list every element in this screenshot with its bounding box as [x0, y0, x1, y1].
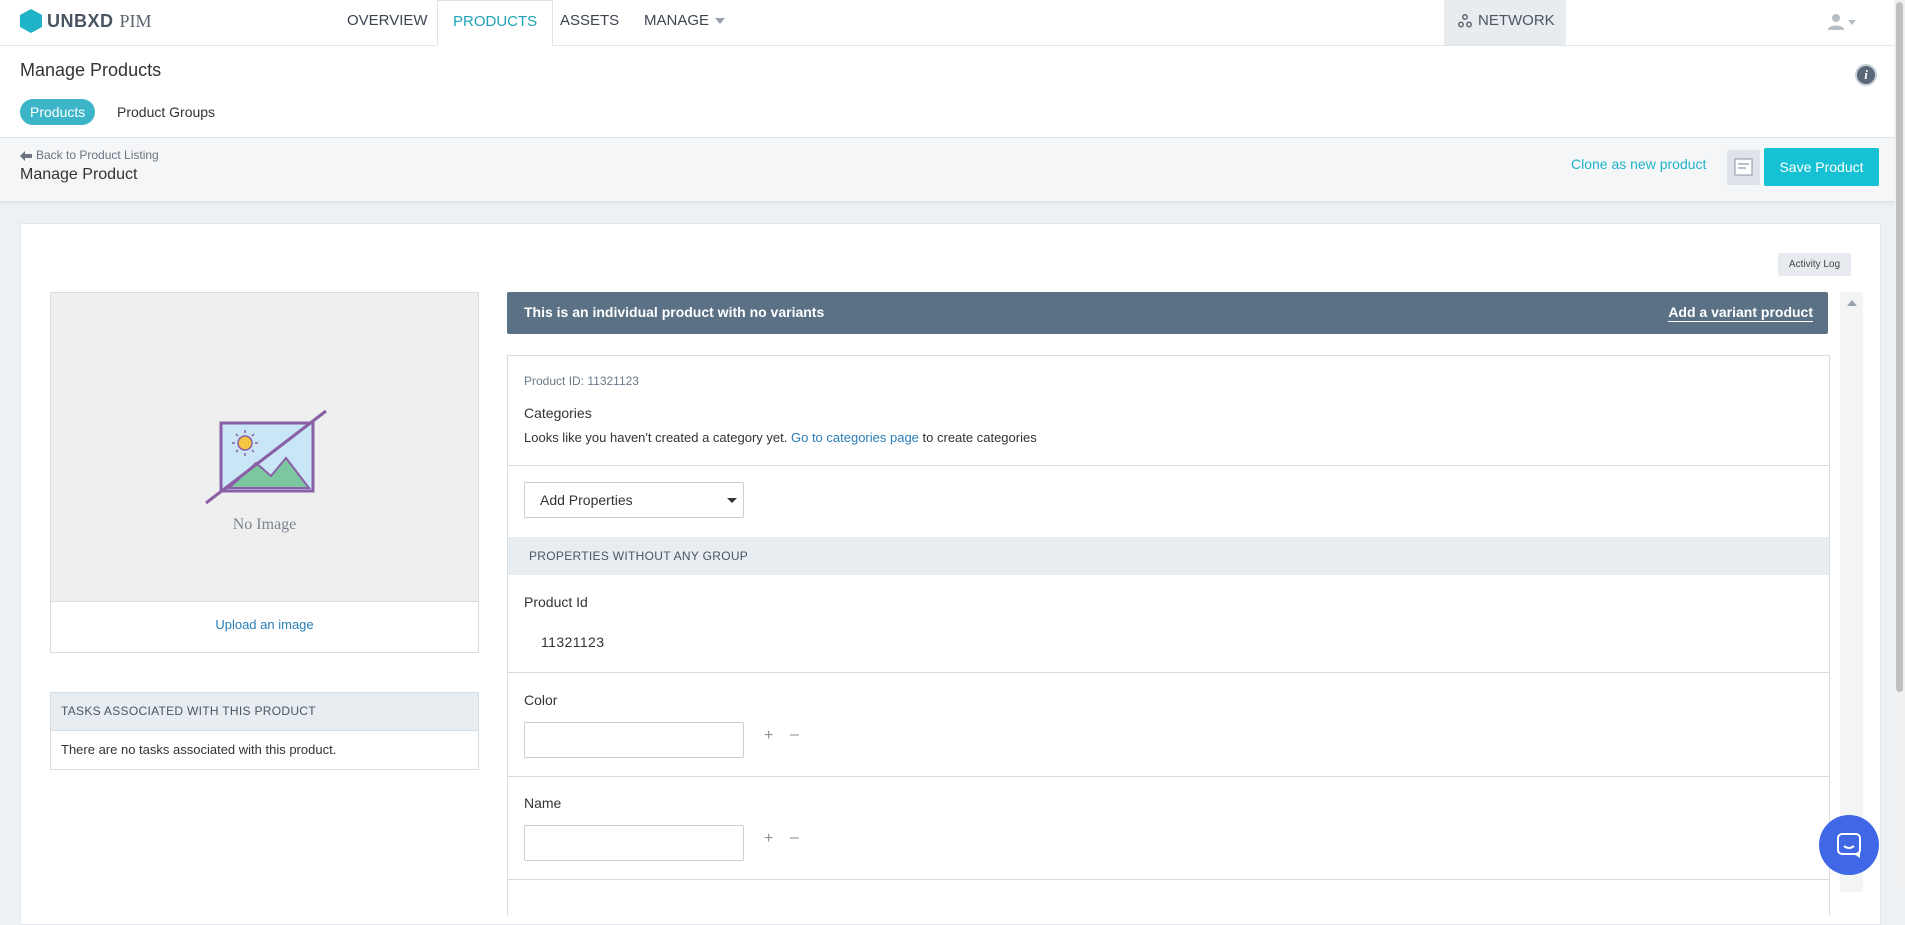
categories-message: Looks like you haven't created a categor…	[524, 430, 1037, 445]
details-scrollbar[interactable]	[1840, 292, 1863, 892]
tab-products[interactable]: PRODUCTS	[437, 0, 554, 46]
back-to-listing-link[interactable]: Back to Product Listing	[20, 148, 159, 162]
categories-text-after: to create categories	[922, 430, 1037, 445]
property-group-header: PROPERTIES WITHOUT ANY GROUP	[508, 537, 1829, 575]
categories-title: Categories	[524, 405, 592, 421]
tab-assets[interactable]: ASSETS	[545, 0, 634, 45]
network-button[interactable]: NETWORK	[1444, 0, 1566, 45]
divider	[508, 672, 1829, 673]
chat-widget-button[interactable]	[1819, 815, 1879, 875]
tasks-header: TASKS ASSOCIATED WITH THIS PRODUCT	[51, 693, 478, 731]
chevron-down-icon	[715, 18, 726, 25]
brand-name: UNBXD	[47, 10, 114, 31]
brand-suffix: PIM	[119, 10, 152, 31]
name-input[interactable]	[524, 825, 744, 861]
scroll-up-icon[interactable]	[1847, 300, 1857, 306]
field-label-name: Name	[524, 795, 562, 811]
arrow-left-icon	[20, 150, 32, 161]
back-label: Back to Product Listing	[36, 148, 159, 162]
add-properties-label: Add Properties	[540, 492, 633, 508]
action-bar: Back to Product Listing Manage Product C…	[0, 138, 1905, 202]
add-value-icon[interactable]: +	[764, 830, 773, 848]
upload-image-link[interactable]: Upload an image	[51, 617, 478, 632]
top-navigation: UNBXD PIM OVERVIEW PRODUCTS ASSETS MANAG…	[0, 0, 1905, 46]
chat-icon	[1837, 833, 1861, 858]
subtab-products[interactable]: Products	[20, 99, 96, 125]
no-image-icon	[205, 409, 327, 505]
field-value-product-id: 11321123	[541, 634, 605, 650]
field-label-product-id: Product Id	[524, 594, 588, 610]
tasks-panel: TASKS ASSOCIATED WITH THIS PRODUCT There…	[50, 692, 479, 770]
add-value-icon[interactable]: +	[764, 727, 773, 745]
user-icon	[1828, 14, 1856, 30]
divider	[508, 879, 1829, 880]
remove-value-icon[interactable]: –	[790, 829, 799, 847]
logo-hex-icon	[20, 9, 42, 33]
network-label: NETWORK	[1478, 12, 1555, 29]
caret-down-icon	[727, 498, 737, 503]
image-placeholder: No Image	[51, 293, 478, 602]
categories-text-before: Looks like you haven't created a categor…	[524, 430, 788, 445]
product-details-panel: Product ID: 11321123 Categories Looks li…	[507, 355, 1830, 916]
page-scrollbar[interactable]	[1894, 0, 1905, 889]
note-icon	[1734, 158, 1753, 176]
remove-value-icon[interactable]: –	[790, 726, 799, 744]
go-to-categories-link[interactable]: Go to categories page	[791, 430, 919, 445]
info-icon[interactable]: i	[1855, 64, 1877, 86]
tab-manage[interactable]: MANAGE	[629, 0, 740, 45]
divider	[508, 465, 1829, 466]
user-menu[interactable]	[1827, 12, 1859, 37]
variant-banner-text: This is an individual product with no va…	[524, 304, 825, 320]
color-input[interactable]	[524, 722, 744, 758]
page-header: Manage Products i Products Product Group…	[0, 46, 1905, 138]
notes-button[interactable]	[1727, 150, 1760, 185]
add-variant-link[interactable]: Add a variant product	[1668, 304, 1813, 322]
tab-manage-label: MANAGE	[644, 12, 710, 29]
field-label-color: Color	[524, 692, 558, 708]
logo[interactable]: UNBXD PIM	[20, 8, 152, 34]
subtab-product-groups[interactable]: Product Groups	[117, 99, 215, 125]
scrollbar-thumb[interactable]	[1896, 2, 1903, 692]
page-title: Manage Products	[20, 60, 162, 80]
activity-log-button[interactable]: Activity Log	[1778, 253, 1851, 276]
no-image-text: No Image	[232, 516, 297, 533]
network-icon	[1458, 14, 1472, 28]
save-product-button[interactable]: Save Product	[1764, 148, 1879, 186]
clone-product-link[interactable]: Clone as new product	[1571, 156, 1706, 172]
property-group-title: PROPERTIES WITHOUT ANY GROUP	[529, 549, 749, 563]
divider	[508, 776, 1829, 777]
add-properties-dropdown[interactable]: Add Properties	[524, 482, 744, 518]
tasks-empty-text: There are no tasks associated with this …	[61, 742, 337, 757]
product-id-label: Product ID: 11321123	[524, 374, 639, 388]
product-image-panel: No Image Upload an image	[50, 292, 479, 653]
section-title: Manage Product	[20, 166, 138, 183]
tab-overview[interactable]: OVERVIEW	[332, 0, 443, 45]
variant-banner: This is an individual product with no va…	[507, 292, 1828, 334]
